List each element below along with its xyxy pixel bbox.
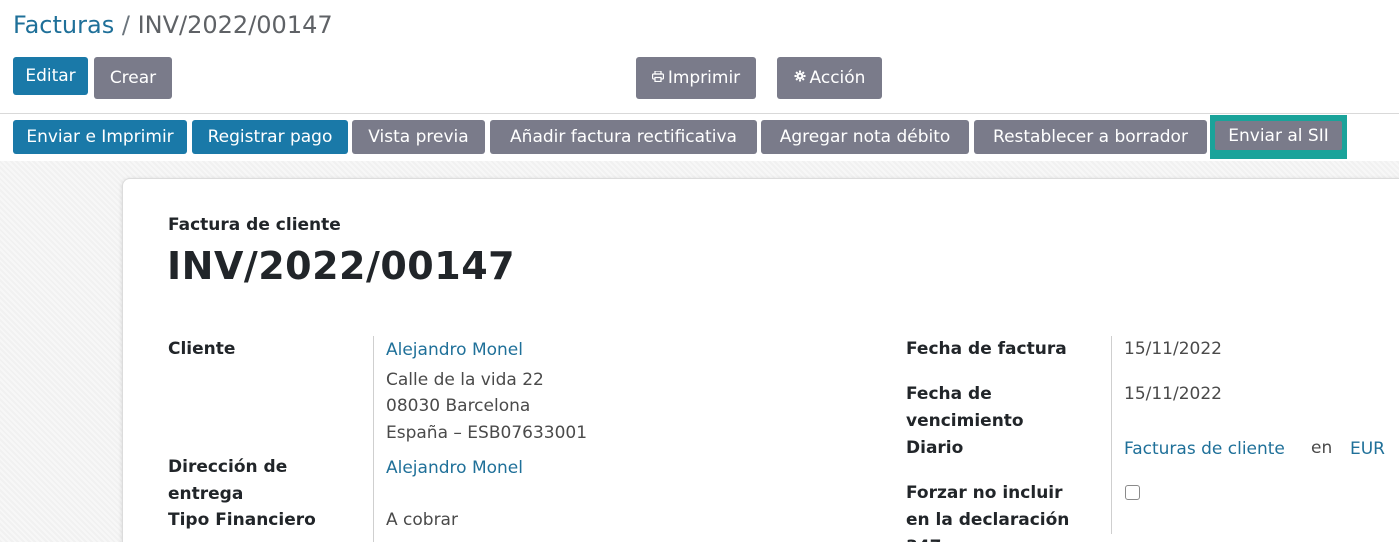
breadcrumb-separator: / (121, 11, 130, 39)
breadcrumb: Facturas / INV/2022/00147 (13, 11, 333, 39)
debit-note-button[interactable]: Agregar nota débito (761, 120, 969, 154)
action-button-label: Acción (809, 68, 866, 88)
invoice-date-label: Fecha de factura (906, 339, 1067, 359)
create-button[interactable]: Crear (94, 57, 172, 99)
force-347-label: Forzar no incluir en la declaración 347 (906, 483, 1070, 542)
credit-note-button[interactable]: Añadir factura rectificativa (490, 120, 757, 154)
currency-link[interactable]: EUR (1350, 436, 1385, 462)
breadcrumb-parent-link[interactable]: Facturas (13, 11, 114, 39)
preview-button[interactable]: Vista previa (352, 120, 485, 154)
customer-label: Cliente (168, 339, 236, 359)
journal-in-text: en (1311, 438, 1333, 458)
printer-icon (651, 69, 664, 86)
send-print-button[interactable]: Enviar e Imprimir (13, 120, 187, 154)
financial-type-label: Tipo Financiero (168, 510, 316, 530)
action-button[interactable]: Acción (777, 57, 882, 99)
customer-address-line-3: España – ESB07633001 (386, 423, 588, 443)
customer-address-line-2: 08030 Barcelona (386, 396, 531, 416)
breadcrumb-current: INV/2022/00147 (137, 11, 333, 39)
send-sii-highlight: Enviar al SII (1210, 115, 1347, 159)
due-date-label: Fecha de vencimiento (906, 384, 1024, 431)
print-button-label: Imprimir (667, 68, 741, 88)
force-347-checkbox[interactable] (1125, 485, 1140, 500)
register-payment-button[interactable]: Registrar pago (192, 120, 348, 154)
right-field-separator (1111, 336, 1112, 534)
document-number: INV/2022/00147 (167, 244, 516, 288)
gear-icon (794, 70, 806, 86)
send-sii-button[interactable]: Enviar al SII (1215, 121, 1342, 150)
journal-label: Diario (906, 438, 964, 458)
journal-link[interactable]: Facturas de cliente (1124, 436, 1285, 462)
document-type: Factura de cliente (168, 215, 341, 235)
customer-name-link[interactable]: Alejandro Monel (386, 337, 523, 363)
print-button[interactable]: Imprimir (636, 57, 756, 99)
due-date-value[interactable]: 15/11/2022 (1124, 381, 1222, 407)
left-field-separator (373, 336, 374, 542)
reset-draft-button[interactable]: Restablecer a borrador (974, 120, 1207, 154)
customer-address-line-1: Calle de la vida 22 (386, 370, 544, 390)
financial-type-value: A cobrar (386, 510, 458, 530)
invoice-date-value[interactable]: 15/11/2022 (1124, 336, 1222, 362)
delivery-address-label: Dirección de entrega (168, 457, 288, 504)
delivery-address-link[interactable]: Alejandro Monel (386, 455, 523, 481)
edit-button[interactable]: Editar (13, 57, 88, 95)
toolbar-divider (0, 113, 1399, 114)
